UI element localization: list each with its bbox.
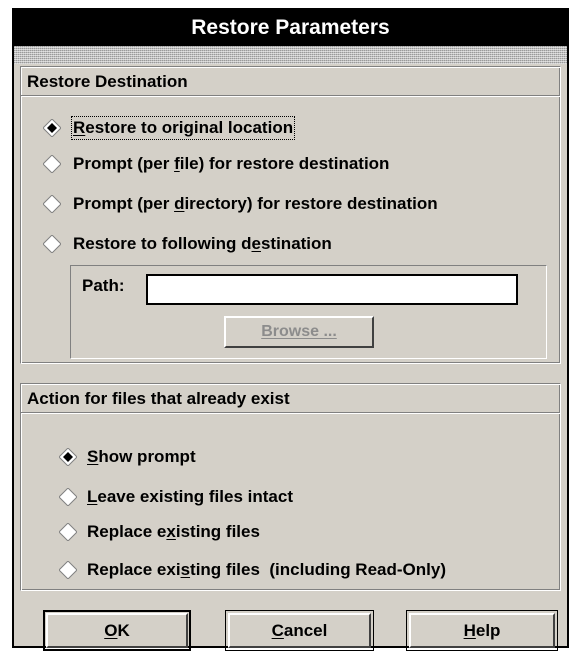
- radio-replace-existing-readonly-label: Replace existing files (including Read-O…: [87, 560, 446, 579]
- ok-button[interactable]: OK: [43, 610, 191, 651]
- cancel-button-frame: [225, 610, 374, 651]
- ok-button-default-frame: [43, 610, 191, 651]
- restore-destination-header: Restore Destination: [21, 67, 560, 96]
- radio-diamond-selected-icon: [43, 119, 61, 137]
- radio-prompt-per-directory-label: Prompt (per directory) for restore desti…: [73, 194, 438, 213]
- browse-button-label: Browse ...: [261, 323, 337, 340]
- existing-files-group: Action for files that already exist Show…: [20, 383, 561, 591]
- radio-diamond-icon: [43, 155, 61, 173]
- dialog-title-bar: Restore Parameters: [14, 10, 567, 46]
- dialog-title: Restore Parameters: [191, 16, 390, 39]
- path-input[interactable]: [146, 274, 518, 305]
- restore-destination-title: Restore Destination: [27, 72, 188, 91]
- cancel-button[interactable]: Cancel: [225, 610, 374, 651]
- help-button-frame: [406, 610, 558, 651]
- existing-files-header: Action for files that already exist: [21, 384, 560, 413]
- help-button[interactable]: Help: [406, 610, 558, 651]
- path-label: Path:: [82, 276, 125, 295]
- radio-diamond-icon: [43, 195, 61, 213]
- radio-show-prompt-label: Show prompt: [87, 447, 196, 466]
- path-panel: Path: Browse ...: [70, 265, 547, 359]
- radio-leave-existing-intact-label: Leave existing files intact: [87, 487, 293, 506]
- radio-diamond-selected-icon: [59, 448, 77, 466]
- existing-files-title: Action for files that already exist: [27, 389, 290, 408]
- radio-diamond-icon: [59, 523, 77, 541]
- radio-restore-following-destination-label: Restore to following destination: [73, 234, 332, 253]
- radio-diamond-icon: [59, 488, 77, 506]
- radio-restore-original-location-label: Restore to original location: [70, 116, 296, 140]
- restore-parameters-dialog: Restore Parameters Restore Destination R…: [12, 8, 569, 651]
- title-separator: [14, 46, 567, 64]
- browse-button[interactable]: Browse ...: [224, 316, 374, 348]
- radio-diamond-icon: [43, 235, 61, 253]
- radio-replace-existing-label: Replace existing files: [87, 522, 260, 541]
- radio-diamond-icon: [59, 561, 77, 579]
- radio-prompt-per-file-label: Prompt (per file) for restore destinatio…: [73, 154, 390, 173]
